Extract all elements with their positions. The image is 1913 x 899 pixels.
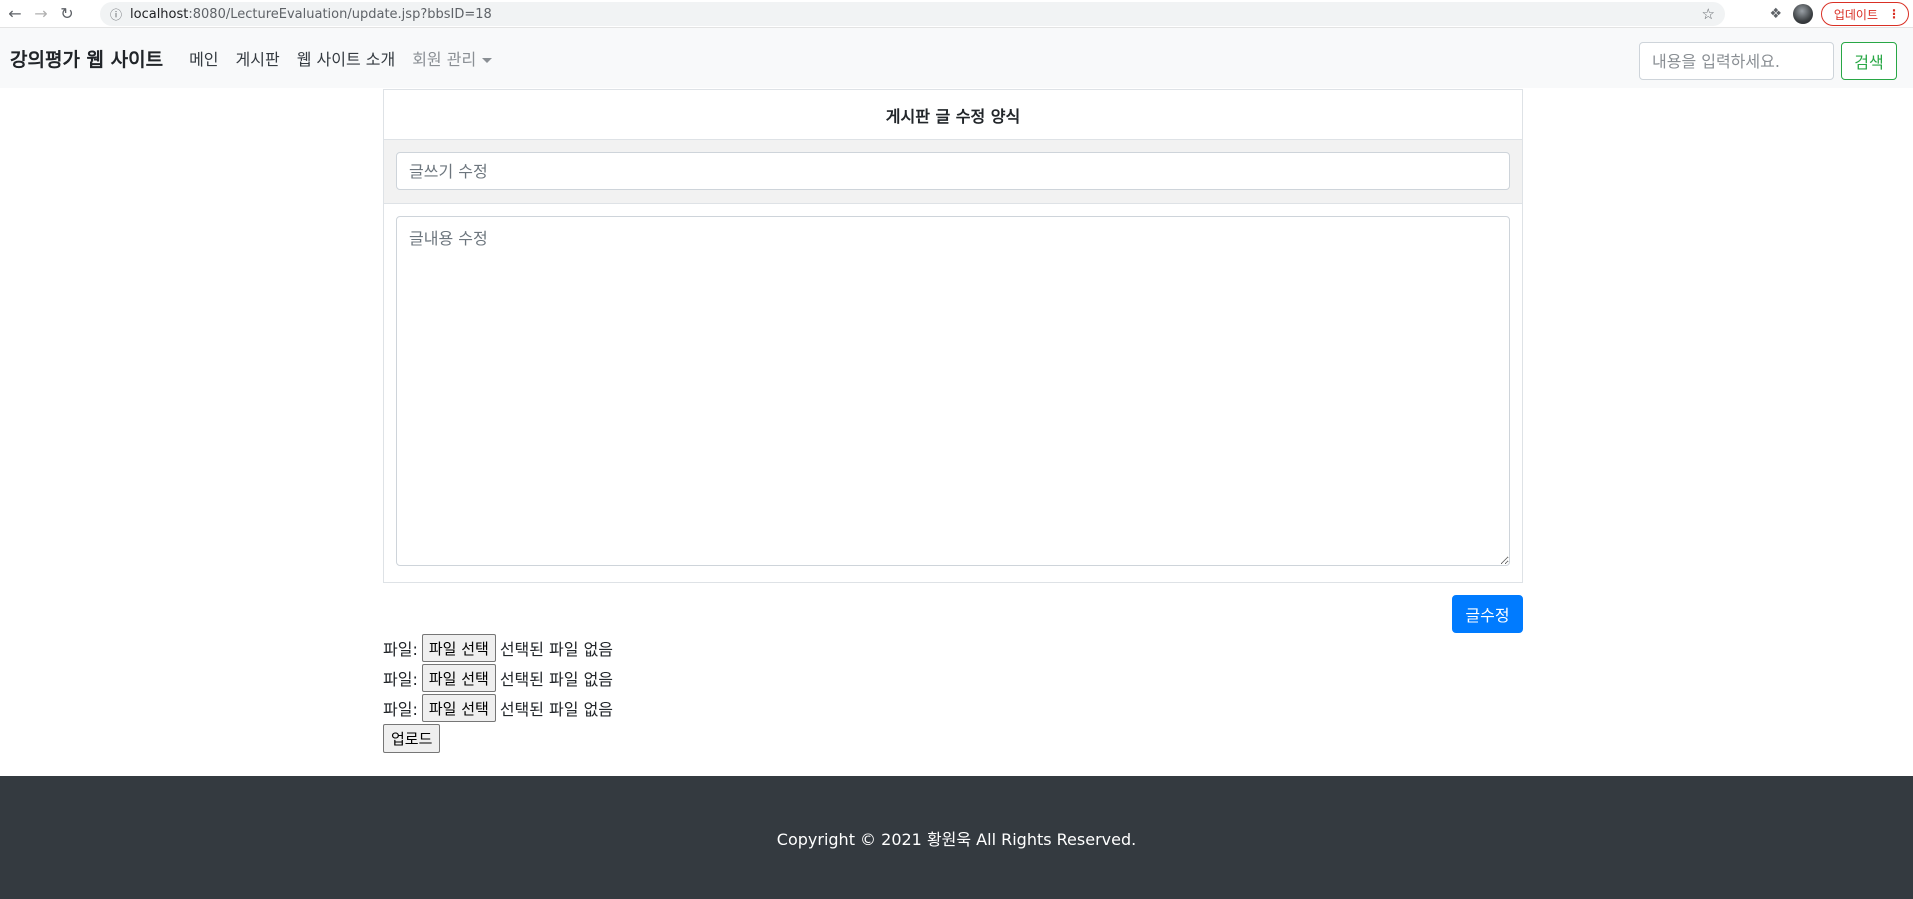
file-label: 파일: bbox=[383, 670, 418, 689]
site-footer: Copyright © 2021 황원욱 All Rights Reserved… bbox=[0, 776, 1913, 899]
bookmark-star-icon[interactable]: ☆ bbox=[1702, 5, 1715, 23]
copyright-text: Copyright © 2021 황원욱 All Rights Reserved… bbox=[776, 829, 1137, 849]
submit-edit-button[interactable]: 글수정 bbox=[1452, 595, 1523, 633]
file-label: 파일: bbox=[383, 640, 418, 659]
more-menu-icon: ⋮ bbox=[1888, 7, 1900, 21]
nav-link-main[interactable]: 메인 bbox=[189, 46, 218, 70]
content-row bbox=[384, 204, 1522, 582]
choose-file-button[interactable]: 파일 선택 bbox=[421, 634, 496, 662]
update-label: 업데이트 bbox=[1833, 7, 1878, 22]
profile-avatar[interactable] bbox=[1792, 4, 1813, 24]
site-brand[interactable]: 강의평가 웹 사이트 bbox=[10, 45, 163, 72]
back-icon[interactable]: ← bbox=[2, 1, 28, 27]
title-input[interactable] bbox=[396, 152, 1510, 190]
info-icon[interactable]: ⓘ bbox=[110, 6, 122, 23]
browser-update-button[interactable]: 업데이트 ⋮ bbox=[1820, 2, 1909, 26]
nav-link-about[interactable]: 웹 사이트 소개 bbox=[297, 46, 396, 70]
url-host: localhost bbox=[130, 6, 189, 22]
form-table: 게시판 글 수정 양식 bbox=[383, 89, 1523, 583]
file-status: 선택된 파일 없음 bbox=[499, 640, 614, 659]
member-dropdown-toggle[interactable]: 회원 관리 bbox=[412, 46, 493, 70]
upload-button[interactable]: 업로드 bbox=[383, 724, 441, 753]
file-upload-section: 파일: 파일 선택 선택된 파일 없음 파일: 파일 선택 선택된 파일 없음 … bbox=[383, 633, 613, 753]
reload-icon[interactable]: ↻ bbox=[54, 1, 80, 27]
file-label: 파일: bbox=[383, 700, 418, 719]
extensions-puzzle-icon[interactable]: ❖ bbox=[1765, 6, 1787, 22]
file-status: 선택된 파일 없음 bbox=[499, 670, 614, 689]
form-header: 게시판 글 수정 양식 bbox=[384, 90, 1522, 140]
file-row: 파일: 파일 선택 선택된 파일 없음 bbox=[383, 693, 613, 723]
search-button[interactable]: 검색 bbox=[1841, 42, 1897, 80]
content-textarea[interactable] bbox=[396, 216, 1510, 566]
edit-form: 게시판 글 수정 양식 bbox=[383, 89, 1523, 583]
site-navbar: 강의평가 웹 사이트 메인 게시판 웹 사이트 소개 회원 관리 검색 bbox=[0, 28, 1913, 88]
caret-down-icon bbox=[482, 58, 493, 63]
file-row: 파일: 파일 선택 선택된 파일 없음 bbox=[383, 663, 613, 693]
forward-icon[interactable]: → bbox=[28, 1, 54, 27]
address-bar[interactable]: ⓘ localhost:8080/LectureEvaluation/updat… bbox=[100, 2, 1725, 26]
file-row: 파일: 파일 선택 선택된 파일 없음 bbox=[383, 633, 613, 663]
nav-link-board[interactable]: 게시판 bbox=[236, 46, 280, 70]
browser-toolbar: ← → ↻ ⓘ localhost:8080/LectureEvaluation… bbox=[0, 0, 1913, 28]
title-row bbox=[384, 140, 1522, 204]
choose-file-button[interactable]: 파일 선택 bbox=[421, 664, 496, 692]
search-input[interactable] bbox=[1639, 42, 1834, 80]
url-path: :8080/LectureEvaluation/update.jsp?bbsID… bbox=[188, 6, 492, 22]
nav-links: 메인 게시판 웹 사이트 소개 회원 관리 bbox=[189, 46, 509, 70]
member-dropdown-label: 회원 관리 bbox=[412, 50, 477, 69]
choose-file-button[interactable]: 파일 선택 bbox=[421, 694, 496, 722]
file-status: 선택된 파일 없음 bbox=[499, 700, 614, 719]
